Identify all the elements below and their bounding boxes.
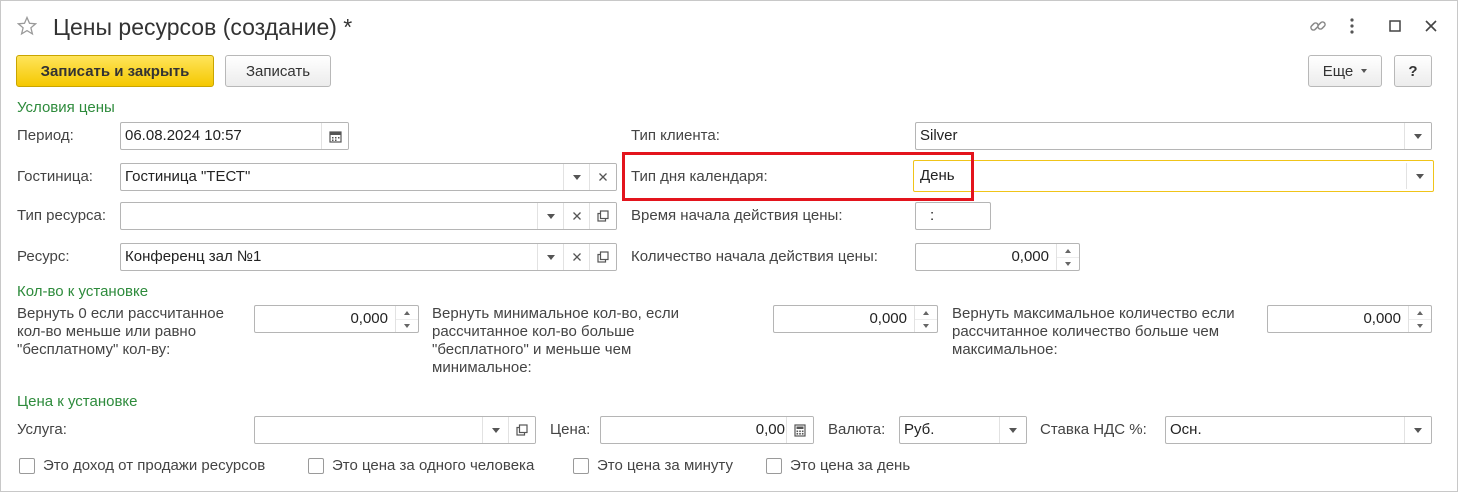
resource-label: Ресурс: xyxy=(17,248,70,265)
calendar-icon[interactable] xyxy=(321,123,348,149)
stepper-down-icon[interactable] xyxy=(1057,257,1079,270)
section-qty-setup: Кол-во к установке xyxy=(17,283,149,300)
currency-label: Валюта: xyxy=(828,421,886,438)
resource-value: Конференц зал №1 xyxy=(125,248,262,265)
stepper-down-icon[interactable] xyxy=(915,319,937,332)
service-dropdown-icon[interactable] xyxy=(482,417,509,443)
return-zero-stepper[interactable] xyxy=(395,306,418,332)
checkbox-price-per-person-label[interactable]: Это цена за одного человека xyxy=(332,457,534,475)
calendar-day-type-dropdown-icon[interactable] xyxy=(1406,163,1433,189)
stepper-up-icon[interactable] xyxy=(1057,244,1079,258)
checkbox-price-per-day-label[interactable]: Это цена за день xyxy=(790,457,910,475)
service-label: Услуга: xyxy=(17,421,67,438)
save-and-close-button[interactable]: Записать и закрыть xyxy=(16,55,214,87)
stepper-up-icon[interactable] xyxy=(915,306,937,320)
hotel-dropdown-icon[interactable] xyxy=(563,164,590,190)
resource-type-dropdown-icon[interactable] xyxy=(537,203,564,229)
help-button[interactable]: ? xyxy=(1394,55,1432,87)
page-title: Цены ресурсов (создание) * xyxy=(53,14,353,40)
resource-field[interactable]: Конференц зал №1 xyxy=(120,243,617,271)
hotel-value: Гостиница "ТЕСТ" xyxy=(125,168,251,185)
checkbox-resource-income[interactable] xyxy=(19,458,35,474)
vat-dropdown-icon[interactable] xyxy=(1404,417,1431,443)
client-type-field[interactable]: Silver xyxy=(915,122,1432,150)
resource-type-label: Тип ресурса: xyxy=(17,207,107,224)
return-zero-value: 0,000 xyxy=(350,310,388,327)
return-max-label: Вернуть максимальное количество если рас… xyxy=(952,305,1235,358)
hotel-field[interactable]: Гостиница "ТЕСТ" xyxy=(120,163,617,191)
return-min-value: 0,000 xyxy=(869,310,907,327)
return-max-stepper[interactable] xyxy=(1408,306,1431,332)
start-qty-label: Количество начала действия цены: xyxy=(631,248,878,265)
currency-field[interactable]: Руб. xyxy=(899,416,1027,444)
resource-type-open-icon[interactable] xyxy=(589,203,616,229)
start-time-value: : xyxy=(930,207,935,224)
stepper-down-icon[interactable] xyxy=(396,319,418,332)
client-type-dropdown-icon[interactable] xyxy=(1404,123,1431,149)
resource-clear-icon[interactable] xyxy=(563,244,590,270)
calculator-icon[interactable] xyxy=(786,417,813,443)
star-icon[interactable] xyxy=(16,14,38,38)
close-icon[interactable] xyxy=(1420,14,1442,38)
start-time-label: Время начала действия цены: xyxy=(631,207,843,224)
stepper-up-icon[interactable] xyxy=(396,306,418,320)
more-button-label: Еще xyxy=(1322,62,1354,80)
checkbox-price-per-minute-label[interactable]: Это цена за минуту xyxy=(597,457,733,475)
period-value: 06.08.2024 10:57 xyxy=(125,127,242,144)
more-button[interactable]: Еще xyxy=(1308,55,1382,87)
start-qty-stepper[interactable] xyxy=(1056,244,1079,270)
return-zero-label: Вернуть 0 если рассчитанное кол-во меньш… xyxy=(17,305,224,358)
price-value: 0,00 xyxy=(755,421,785,438)
hotel-label: Гостиница: xyxy=(17,168,93,185)
client-type-value: Silver xyxy=(920,127,958,144)
calendar-day-type-field[interactable]: День xyxy=(913,160,1434,192)
return-max-value: 0,000 xyxy=(1363,310,1401,327)
currency-value: Руб. xyxy=(904,421,935,438)
return-min-field[interactable]: 0,000 xyxy=(773,305,938,333)
checkbox-price-per-person[interactable] xyxy=(308,458,324,474)
chevron-down-icon xyxy=(1361,69,1368,73)
service-field[interactable] xyxy=(254,416,536,444)
section-price-setup: Цена к установке xyxy=(17,393,138,410)
start-time-field[interactable]: : xyxy=(915,202,991,230)
checkbox-price-per-day[interactable] xyxy=(766,458,782,474)
return-min-stepper[interactable] xyxy=(914,306,937,332)
resource-open-icon[interactable] xyxy=(589,244,616,270)
start-qty-field[interactable]: 0,000 xyxy=(915,243,1080,271)
currency-dropdown-icon[interactable] xyxy=(999,417,1026,443)
price-field[interactable]: 0,00 xyxy=(600,416,814,444)
more-vertical-icon[interactable] xyxy=(1342,14,1362,38)
resource-type-field[interactable] xyxy=(120,202,617,230)
vat-field[interactable]: Осн. xyxy=(1165,416,1432,444)
maximize-icon[interactable] xyxy=(1384,14,1406,38)
save-button[interactable]: Записать xyxy=(225,55,331,87)
section-price-conditions: Условия цены xyxy=(17,99,115,116)
resource-type-clear-icon[interactable] xyxy=(563,203,590,229)
stepper-down-icon[interactable] xyxy=(1409,319,1431,332)
resource-dropdown-icon[interactable] xyxy=(537,244,564,270)
link-icon[interactable] xyxy=(1306,14,1330,38)
vat-value: Осн. xyxy=(1170,421,1202,438)
period-label: Период: xyxy=(17,127,74,144)
price-label: Цена: xyxy=(550,421,591,438)
start-qty-value: 0,000 xyxy=(1011,248,1049,265)
service-open-icon[interactable] xyxy=(508,417,535,443)
return-zero-field[interactable]: 0,000 xyxy=(254,305,419,333)
hotel-clear-icon[interactable] xyxy=(589,164,616,190)
vat-label: Ставка НДС %: xyxy=(1040,421,1147,438)
client-type-label: Тип клиента: xyxy=(631,127,720,144)
checkbox-price-per-minute[interactable] xyxy=(573,458,589,474)
stepper-up-icon[interactable] xyxy=(1409,306,1431,320)
red-highlight-frame xyxy=(622,152,974,201)
checkbox-resource-income-label[interactable]: Это доход от продажи ресурсов xyxy=(43,457,265,475)
return-min-label: Вернуть минимальное кол-во, если рассчит… xyxy=(432,305,679,376)
period-field[interactable]: 06.08.2024 10:57 xyxy=(120,122,349,150)
return-max-field[interactable]: 0,000 xyxy=(1267,305,1432,333)
